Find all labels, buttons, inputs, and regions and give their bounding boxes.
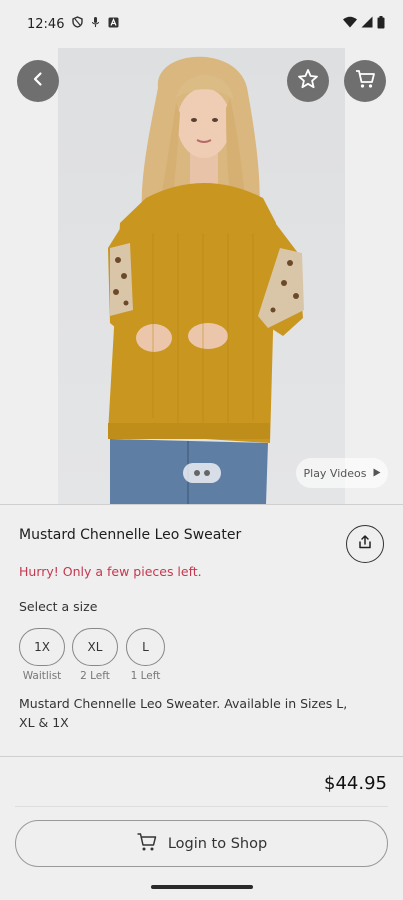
login-to-shop-button[interactable]: Login to Shop	[15, 820, 388, 867]
model-illustration	[108, 56, 304, 504]
low-stock-warning: Hurry! Only a few pieces left.	[19, 564, 202, 579]
status-bar: 12:46	[0, 0, 403, 48]
product-description: Mustard Chennelle Leo Sweater. Available…	[19, 696, 348, 730]
mic-icon	[91, 16, 100, 32]
divider	[0, 504, 403, 505]
product-gallery[interactable]: Play Videos	[0, 48, 403, 504]
home-indicator[interactable]	[151, 885, 253, 889]
signal-icon	[361, 16, 373, 32]
cart-icon	[136, 832, 158, 856]
chevron-left-icon	[30, 71, 46, 91]
size-option-label: XL	[87, 640, 103, 654]
status-time: 12:46	[27, 16, 65, 32]
size-option-label: L	[142, 640, 149, 654]
star-icon	[297, 68, 319, 94]
battery-icon	[377, 15, 385, 33]
cart-icon	[354, 68, 376, 94]
size-option-label: 1X	[34, 640, 50, 654]
size-status: 1 Left	[130, 670, 161, 682]
size-status: 2 Left	[80, 670, 110, 682]
cart-button[interactable]	[344, 60, 386, 102]
play-icon	[373, 467, 381, 480]
size-option-l[interactable]: L	[126, 628, 165, 666]
a-box-icon	[108, 17, 119, 32]
product-price: $44.95	[324, 773, 387, 794]
product-photo[interactable]	[58, 48, 345, 504]
favorite-button[interactable]	[287, 60, 329, 102]
product-title: Mustard Chennelle Leo Sweater	[19, 527, 242, 543]
play-videos-label: Play Videos	[303, 466, 367, 480]
back-button[interactable]	[17, 60, 59, 102]
page-dot[interactable]	[194, 470, 200, 476]
size-option-1x[interactable]: 1X	[19, 628, 65, 666]
size-prompt: Select a size	[19, 599, 98, 614]
share-icon	[357, 534, 373, 554]
divider	[0, 756, 403, 757]
share-button[interactable]	[346, 525, 384, 563]
size-option-xl[interactable]: XL	[72, 628, 118, 666]
status-left: 12:46	[27, 16, 119, 32]
play-videos-button[interactable]: Play Videos	[296, 458, 388, 488]
gallery-pagination[interactable]	[183, 463, 221, 483]
login-to-shop-label: Login to Shop	[167, 835, 268, 852]
divider	[15, 806, 388, 807]
shield-icon	[72, 16, 84, 32]
wifi-icon	[343, 16, 357, 32]
page-dot[interactable]	[204, 470, 210, 476]
size-status: Waitlist	[22, 670, 62, 682]
status-right	[343, 15, 385, 33]
